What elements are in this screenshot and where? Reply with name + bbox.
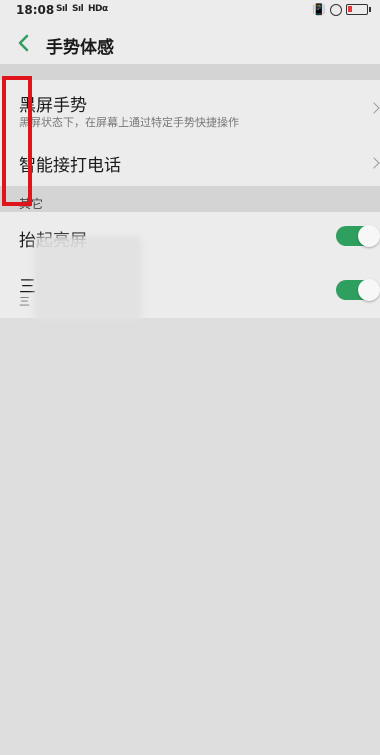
gesture-card: 黑屏手势 黑屏状态下，在屏幕上通过特定手势快捷操作 智能接打电话 — [0, 80, 380, 186]
blur-overlay — [34, 236, 142, 322]
setting-subtitle: 黑屏状态下，在屏幕上通过特定手势快捷操作 — [19, 116, 239, 129]
app-header: 手势体感 — [0, 22, 380, 64]
setting-row-smart-call[interactable]: 智能接打电话 — [0, 142, 380, 186]
back-arrow-icon[interactable] — [14, 33, 34, 53]
page-title: 手势体感 — [46, 38, 114, 58]
highlight-annotation — [2, 76, 32, 206]
section-divider — [0, 186, 380, 212]
signal-icon: Sıl — [56, 4, 68, 14]
setting-label: 智能接打电话 — [19, 156, 121, 176]
chevron-right-icon — [368, 157, 380, 169]
setting-row-black-screen-gesture[interactable]: 黑屏手势 黑屏状态下，在屏幕上通过特定手势快捷操作 — [0, 80, 380, 142]
toggle-knob — [358, 225, 380, 247]
toggle-knob — [358, 279, 380, 301]
battery-icon — [346, 4, 371, 15]
network-icon: HDα — [88, 4, 108, 14]
toggle-switch[interactable] — [336, 279, 380, 301]
vibrate-icon: 📳 — [312, 3, 326, 16]
chevron-right-icon — [368, 102, 380, 114]
status-time: 18:08 — [16, 3, 55, 17]
lock-rotation-icon — [330, 3, 342, 16]
toggle-switch[interactable] — [336, 225, 380, 247]
status-bar: 18:08 Sıl Sıl HDα 📳 — [0, 0, 380, 22]
signal-icon: Sıl — [72, 4, 84, 14]
setting-subtitle: 三 — [19, 295, 30, 308]
divider — [0, 64, 380, 80]
